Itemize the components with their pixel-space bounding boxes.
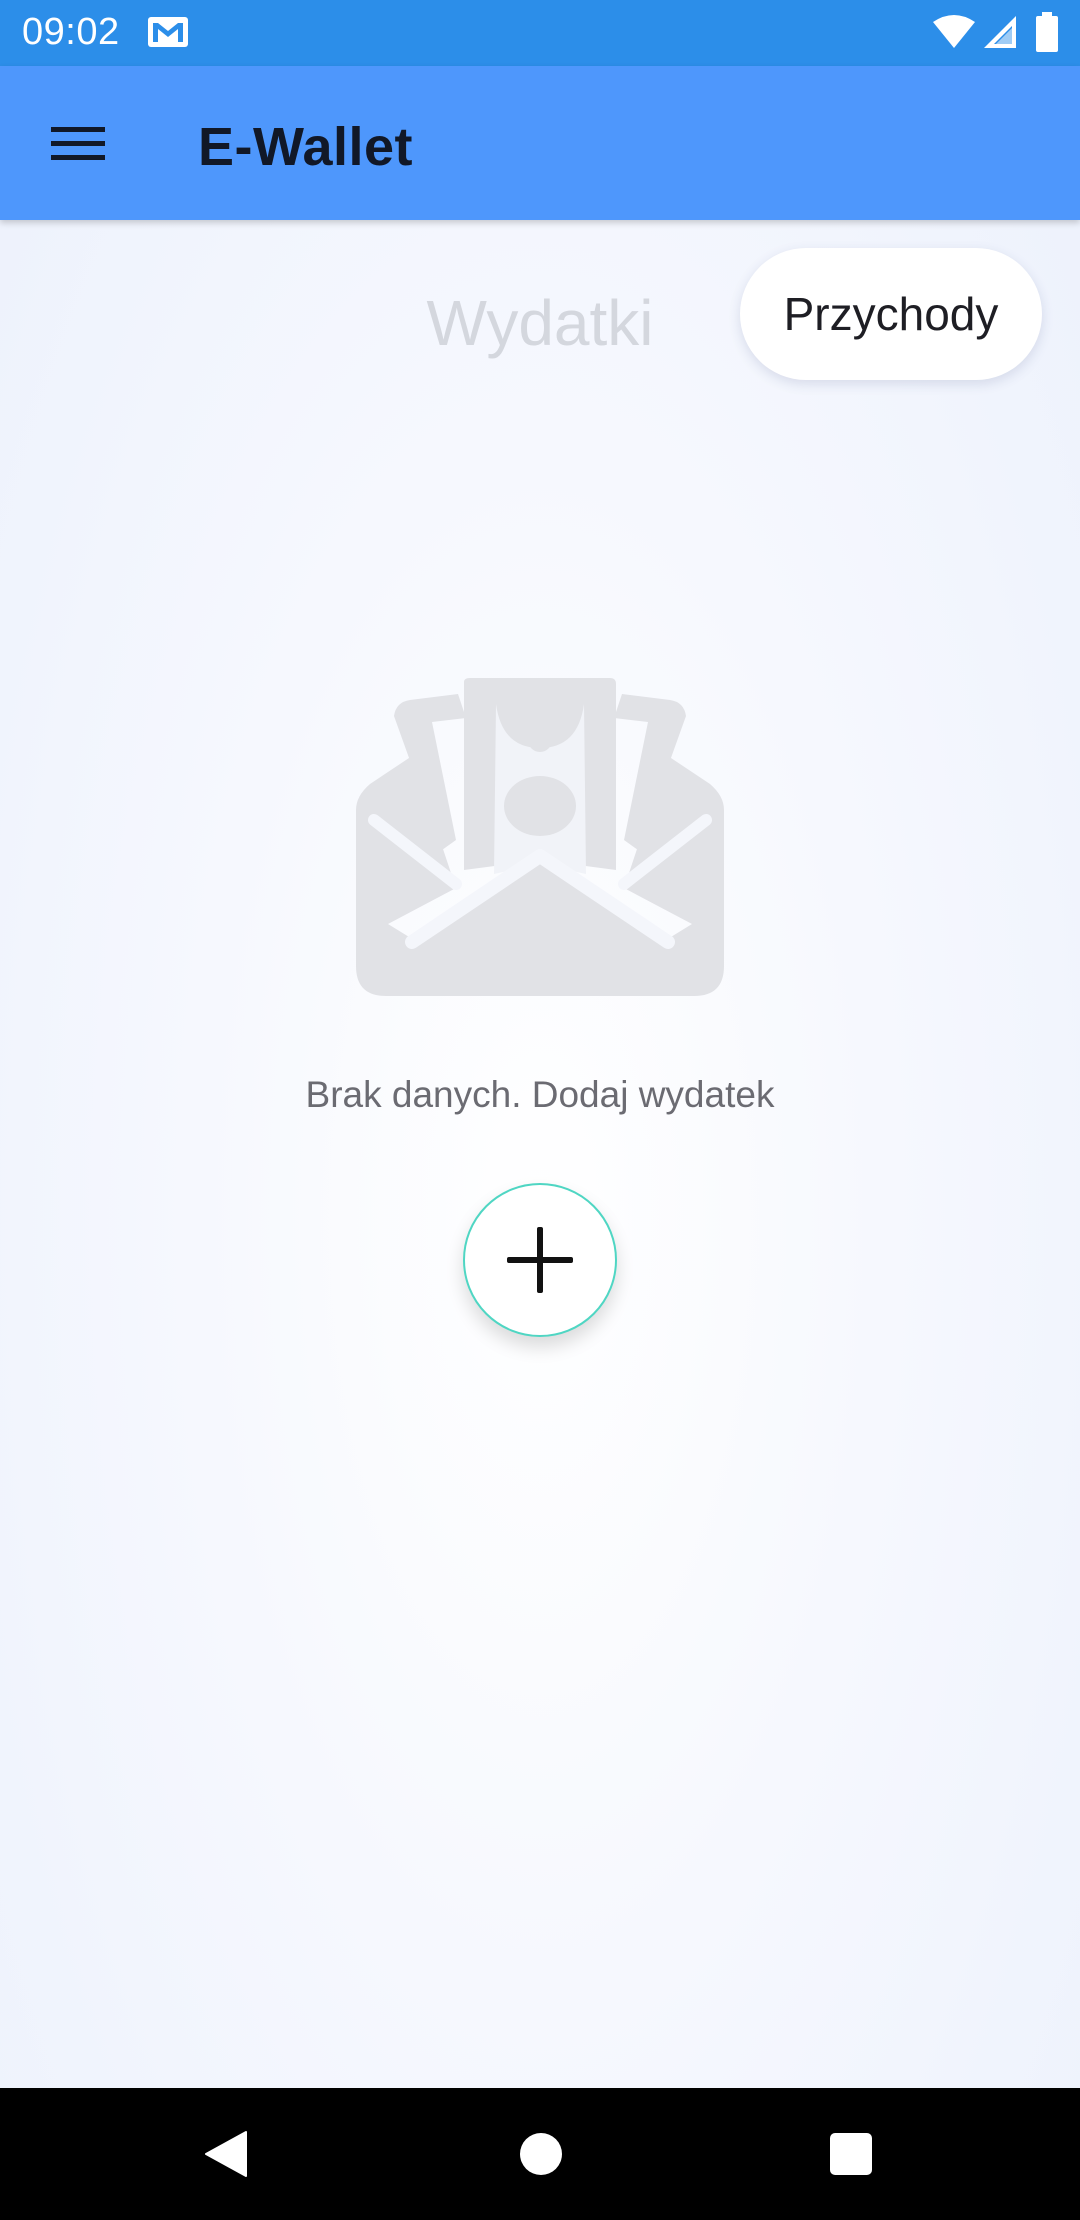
home-icon[interactable] bbox=[520, 2133, 562, 2175]
battery-icon bbox=[1036, 12, 1058, 52]
status-time: 09:02 bbox=[22, 11, 120, 53]
menu-button[interactable] bbox=[34, 106, 122, 182]
back-icon[interactable] bbox=[204, 2130, 248, 2178]
menu-icon bbox=[51, 127, 105, 160]
add-button[interactable] bbox=[463, 1183, 617, 1337]
nav-bar bbox=[0, 2088, 1080, 2220]
tab-przychody[interactable]: Przychody bbox=[740, 248, 1042, 380]
status-bar: 09:02 bbox=[0, 0, 1080, 66]
mail-icon bbox=[148, 17, 188, 47]
app-bar: E-Wallet bbox=[0, 66, 1080, 220]
tab-wydatki[interactable]: Wydatki bbox=[400, 278, 680, 368]
app-title: E-Wallet bbox=[198, 117, 414, 177]
signal-icon bbox=[984, 16, 1016, 48]
wifi-icon bbox=[933, 15, 975, 48]
empty-message: Brak danych. Dodaj wydatek bbox=[305, 1074, 775, 1115]
recents-icon[interactable] bbox=[830, 2133, 872, 2175]
money-envelope-icon bbox=[356, 678, 724, 996]
plus-icon bbox=[507, 1227, 573, 1293]
